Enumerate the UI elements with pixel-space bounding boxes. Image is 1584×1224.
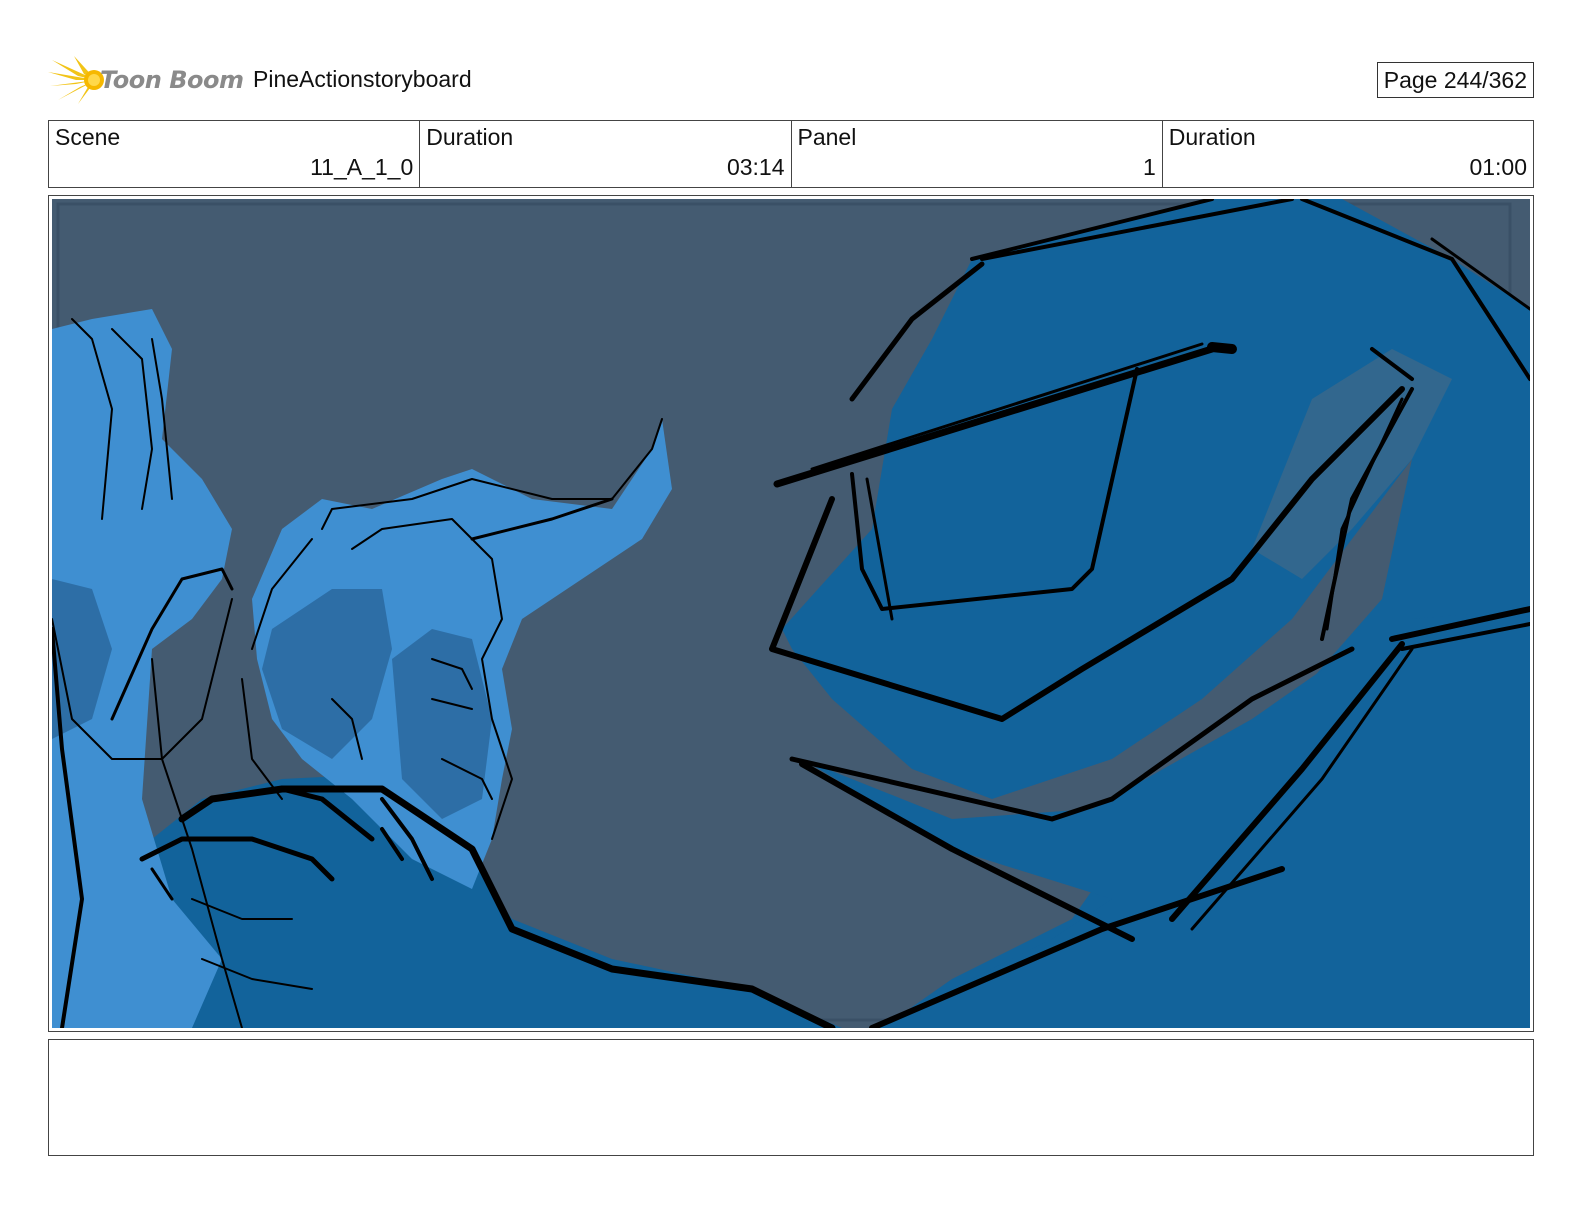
project-title: PineActionstoryboard xyxy=(253,66,472,92)
starburst-icon xyxy=(48,56,104,104)
panel-notes-box xyxy=(48,1039,1534,1156)
panel-label: Panel xyxy=(797,124,857,150)
toon-boom-logo: Toon Boom xyxy=(48,54,244,106)
page-header: Toon Boom PineActionstoryboard Page 244/… xyxy=(48,52,1534,108)
panel-duration-cell: Duration 01:00 xyxy=(1163,121,1533,187)
scene-cell: Scene 11_A_1_0 xyxy=(49,121,421,187)
storyboard-panel-image xyxy=(52,199,1530,1028)
scene-label: Scene xyxy=(55,124,121,150)
logo-text: Toon Boom xyxy=(100,66,244,94)
page-indicator: Page 244/362 xyxy=(1376,62,1534,98)
scene-info-table: Scene 11_A_1_0 Duration 03:14 Panel 1 Du… xyxy=(48,120,1534,188)
scene-duration-cell: Duration 03:14 xyxy=(420,121,792,187)
scene-duration-label: Duration xyxy=(426,124,514,150)
panel-drawing xyxy=(52,199,1530,1028)
panel-duration-label: Duration xyxy=(1168,124,1256,150)
panel-cell: Panel 1 xyxy=(792,121,1163,187)
scene-duration-value: 03:14 xyxy=(726,154,785,180)
scene-value: 11_A_1_0 xyxy=(310,154,414,180)
panel-value: 1 xyxy=(1142,154,1156,180)
panel-duration-value: 01:00 xyxy=(1469,154,1527,180)
storyboard-panel-frame xyxy=(48,195,1534,1032)
